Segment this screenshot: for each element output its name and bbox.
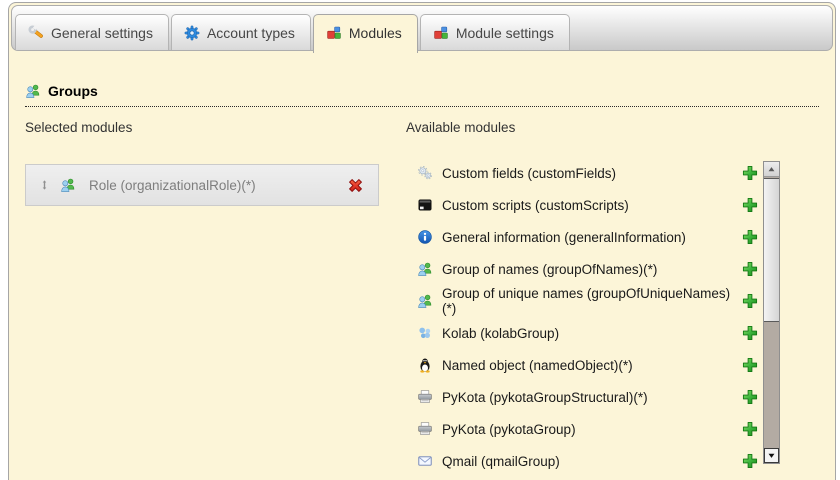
module-label: Group of unique names (groupOfUniqueName… — [442, 286, 731, 316]
kolab-icon — [417, 325, 433, 341]
module-label: Group of names (groupOfNames)(*) — [442, 261, 658, 277]
available-module-row: Named object (namedObject)(*) — [417, 349, 758, 381]
modules-icon — [433, 25, 449, 41]
add-icon — [742, 357, 758, 373]
gears-icon — [417, 165, 433, 181]
available-module-row: Kolab (kolabGroup) — [417, 317, 758, 349]
available-module-row: Group of names (groupOfNames)(*) — [417, 253, 758, 285]
tab-modules[interactable]: Modules — [312, 14, 418, 53]
module-label: Custom scripts (customScripts) — [442, 197, 629, 213]
add-icon — [742, 389, 758, 405]
modules-icon — [326, 25, 342, 41]
add-module-button[interactable] — [742, 453, 758, 469]
tab-general-settings[interactable]: General settings — [15, 14, 169, 50]
tab-label: Account types — [206, 25, 295, 41]
module-label: Qmail (qmailGroup) — [442, 453, 560, 469]
tab-account-types[interactable]: Account types — [170, 14, 311, 50]
section-header: Groups — [25, 83, 819, 107]
selected-module-row[interactable]: Role (organizationalRole)(*) — [25, 164, 379, 206]
remove-module-button[interactable] — [347, 177, 364, 194]
module-label: Named object (namedObject)(*) — [442, 357, 633, 373]
available-module-row: Group of unique names (groupOfUniqueName… — [417, 285, 758, 317]
settings-panel: General settings Account types Modules M… — [8, 2, 836, 480]
add-module-button[interactable] — [742, 165, 758, 181]
delete-icon — [347, 177, 364, 194]
scrollbar-down-button[interactable] — [764, 448, 779, 463]
module-label: PyKota (pykotaGroupStructural)(*) — [442, 389, 648, 405]
tab-bar: General settings Account types Modules M… — [11, 5, 833, 53]
group-icon — [417, 293, 433, 309]
available-module-row: Qmail (qmailGroup) — [417, 445, 758, 477]
module-label: Role (organizationalRole)(*) — [89, 177, 256, 193]
selected-modules-label: Selected modules — [25, 120, 133, 135]
available-modules-label: Available modules — [406, 120, 516, 135]
available-modules-scrollbar[interactable] — [763, 161, 780, 464]
available-modules-list: Custom fields (customFields) Custom scri… — [417, 157, 758, 477]
terminal-icon — [417, 197, 433, 213]
module-label: General information (generalInformation) — [442, 229, 686, 245]
module-label: Kolab (kolabGroup) — [442, 325, 560, 341]
tux-icon — [417, 357, 433, 373]
wrench-icon — [28, 25, 44, 41]
selected-modules-list: Role (organizationalRole)(*) — [25, 164, 379, 206]
add-icon — [742, 197, 758, 213]
add-icon — [742, 229, 758, 245]
scrollbar-thumb[interactable] — [764, 178, 779, 322]
tab-label: Module settings — [455, 25, 554, 41]
add-icon — [742, 453, 758, 469]
add-module-button[interactable] — [742, 357, 758, 373]
group-icon — [25, 83, 41, 99]
arrow-down-icon — [766, 450, 777, 461]
add-module-button[interactable] — [742, 421, 758, 437]
available-module-row: PyKota (pykotaGroup) — [417, 413, 758, 445]
info-icon — [417, 229, 433, 245]
section-title: Groups — [48, 83, 98, 99]
module-label: PyKota (pykotaGroup) — [442, 421, 576, 437]
add-icon — [742, 165, 758, 181]
available-module-row: Custom fields (customFields) — [417, 157, 758, 189]
group-icon — [417, 261, 433, 277]
add-module-button[interactable] — [742, 197, 758, 213]
add-module-button[interactable] — [742, 229, 758, 245]
add-module-button[interactable] — [742, 389, 758, 405]
add-module-button[interactable] — [742, 293, 758, 309]
add-icon — [742, 421, 758, 437]
available-module-row: PyKota (pykotaGroupStructural)(*) — [417, 381, 758, 413]
add-module-button[interactable] — [742, 261, 758, 277]
available-module-row: Custom scripts (customScripts) — [417, 189, 758, 221]
mail-icon — [417, 453, 433, 469]
add-module-button[interactable] — [742, 325, 758, 341]
printer-icon — [417, 389, 433, 405]
scrollbar-up-button[interactable] — [764, 162, 779, 177]
printer-icon — [417, 421, 433, 437]
gear-icon — [184, 25, 200, 41]
group-icon — [60, 177, 76, 193]
module-label: Custom fields (customFields) — [442, 165, 617, 181]
tab-label: Modules — [348, 25, 402, 41]
tab-module-settings[interactable]: Module settings — [419, 14, 570, 50]
tab-label: General settings — [51, 25, 153, 41]
add-icon — [742, 325, 758, 341]
add-icon — [742, 293, 758, 309]
available-module-row: General information (generalInformation) — [417, 221, 758, 253]
arrow-up-icon — [766, 164, 777, 175]
drag-handle-icon[interactable] — [39, 178, 50, 192]
add-icon — [742, 261, 758, 277]
